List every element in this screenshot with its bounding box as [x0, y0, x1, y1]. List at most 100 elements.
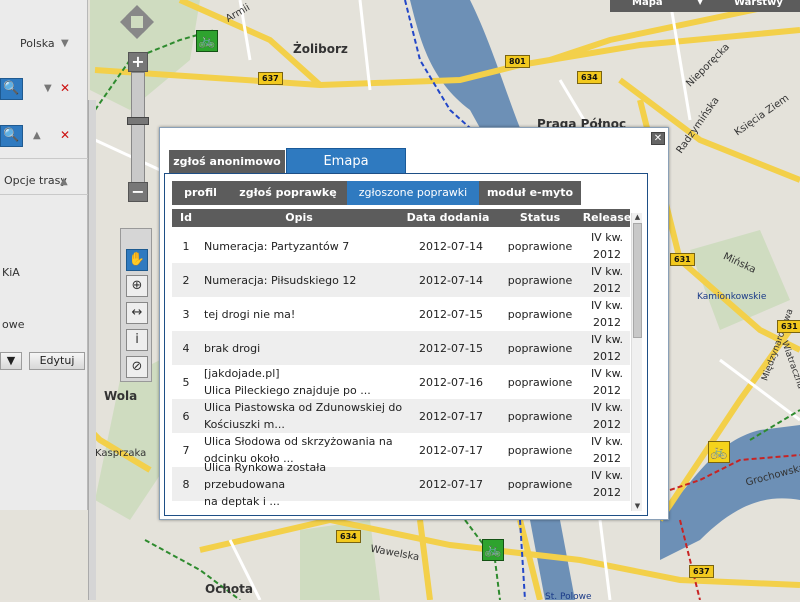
- zoom-in-button[interactable]: +: [128, 52, 148, 72]
- panel-scrollbar[interactable]: [88, 100, 96, 600]
- row-date-cell: 2012-07-14: [419, 239, 483, 253]
- chevron-up-icon[interactable]: ▲: [60, 176, 68, 187]
- subtab-report-correction[interactable]: zgłoś poprawkę: [229, 181, 347, 205]
- column-header-id[interactable]: Id: [172, 209, 200, 227]
- row-id-cell: 5: [182, 375, 190, 389]
- corrections-table: Id Opis Data dodania Status Release 1 Num…: [172, 209, 642, 511]
- row-status-cell: poprawione: [507, 307, 573, 321]
- table-row[interactable]: 3 tej drogi nie ma! 2012-07-15 poprawione IV…: [172, 297, 630, 331]
- table-row[interactable]: 8 Ulica Rynkowa została przebudowana na d…: [172, 460, 630, 508]
- map-label-station: St. Polowe: [545, 592, 592, 602]
- row-release-cell: IV kw. 2012: [590, 435, 624, 465]
- row-id-cell: 6: [182, 409, 190, 423]
- table-row[interactable]: 4 brak drogi 2012-07-15 poprawione IV kw. 20…: [172, 331, 630, 365]
- tab-anonymous-report[interactable]: zgłoś anonimowo: [169, 150, 285, 173]
- road-number-badge: 631: [670, 253, 695, 266]
- left-sidebar: Polska ▼ 🔍 ▼ ✕ 🔍 ▲ ✕ Opcje trasy ▲ KiA o…: [0, 0, 88, 510]
- row-id-cell: 4: [182, 341, 190, 355]
- move-down-icon[interactable]: ▼: [44, 83, 52, 94]
- dropdown-button[interactable]: ▼: [0, 352, 22, 370]
- dialog-content-panel: profil zgłoś poprawkę zgłoszone poprawki…: [164, 173, 648, 516]
- scroll-up-arrow-icon[interactable]: ▲: [633, 213, 642, 222]
- map-label-district: Wola: [104, 389, 138, 403]
- map-toolbox: ✋ ⊕ ↔ i ⊘: [120, 228, 152, 382]
- compass-icon[interactable]: ⊘: [126, 356, 148, 378]
- scroll-down-arrow-icon[interactable]: ▼: [633, 502, 642, 511]
- row-release-cell: IV kw. 2012: [590, 469, 624, 499]
- column-header-description[interactable]: Opis: [204, 209, 394, 227]
- table-row[interactable]: brakuje kawałka drogi od tego IV kw.: [172, 501, 630, 511]
- row-id-cell: 3: [182, 307, 190, 321]
- row-id-cell: [172, 501, 200, 511]
- info-icon[interactable]: i: [126, 329, 148, 351]
- route-option-text: KiA: [2, 266, 20, 279]
- zoom-slider-handle[interactable]: [127, 117, 149, 125]
- remove-point-icon[interactable]: ✕: [60, 128, 70, 142]
- row-date-cell: [406, 501, 496, 511]
- row-description-cell: [jakdojade.pl] Ulica Pileckiego znajduje…: [204, 367, 371, 397]
- remove-point-icon[interactable]: ✕: [60, 81, 70, 95]
- row-status-cell: poprawione: [507, 273, 573, 287]
- search-icon[interactable]: 🔍: [0, 125, 23, 147]
- row-status-cell: poprawione: [507, 341, 573, 355]
- subtab-e-toll-module[interactable]: moduł e-myto: [479, 181, 581, 205]
- column-header-release[interactable]: Release: [582, 209, 632, 227]
- divider: [0, 158, 88, 159]
- route-options-label[interactable]: Opcje trasy: [4, 174, 67, 187]
- zoom-out-button[interactable]: −: [128, 182, 148, 202]
- table-scrollbar[interactable]: ▲ ▼: [631, 213, 642, 511]
- row-status-cell: poprawione: [507, 375, 573, 389]
- row-date-cell: 2012-07-15: [419, 341, 483, 355]
- pan-hand-icon[interactable]: ✋: [126, 249, 148, 271]
- table-row[interactable]: 2 Numeracja: Piłsudskiego 12 2012-07-14 pop…: [172, 263, 630, 297]
- edit-button[interactable]: Edytuj: [29, 352, 85, 370]
- tab-emapa[interactable]: Emapa: [286, 148, 406, 173]
- close-icon[interactable]: ✕: [651, 132, 665, 145]
- zoom-slider-track[interactable]: [131, 72, 145, 184]
- chevron-down-icon[interactable]: ▼: [697, 0, 703, 6]
- move-up-icon[interactable]: ▲: [33, 130, 41, 141]
- country-select-label[interactable]: Polska: [20, 37, 55, 50]
- row-release-cell: IV kw. 2012: [590, 231, 624, 261]
- row-status-cell: [496, 501, 584, 511]
- corrections-dialog: ✕ zgłoś anonimowo Emapa profil zgłoś pop…: [159, 127, 669, 520]
- table-row[interactable]: 5 [jakdojade.pl] Ulica Pileckiego znajduj…: [172, 365, 630, 399]
- road-number-badge: 634: [336, 530, 361, 543]
- row-description-cell: Numeracja: Piłsudskiego 12: [204, 273, 357, 287]
- bike-station-icon[interactable]: 🚲: [196, 30, 218, 52]
- table-row[interactable]: 6 Ulica Piastowska od Zdunowskiej do Kośc…: [172, 399, 630, 433]
- row-id-cell: 7: [182, 443, 190, 457]
- row-description-cell: Ulica Rynkowa została przebudowana na de…: [204, 460, 327, 508]
- row-date-cell: 2012-07-15: [419, 307, 483, 321]
- row-release-cell: IV kw. 2012: [590, 333, 624, 363]
- subtab-profile[interactable]: profil: [172, 181, 229, 205]
- subtab-reported-corrections[interactable]: zgłoszone poprawki: [347, 181, 479, 205]
- measure-distance-icon[interactable]: ↔: [126, 302, 148, 324]
- road-number-badge: 637: [689, 565, 714, 578]
- row-date-cell: 2012-07-17: [419, 409, 483, 423]
- map-type-button[interactable]: Mapa: [632, 0, 663, 8]
- bike-station-icon[interactable]: 🚲: [482, 539, 504, 561]
- scrollbar-thumb[interactable]: [633, 223, 642, 338]
- search-icon[interactable]: 🔍: [0, 78, 23, 100]
- row-description-cell: Ulica Piastowska od Zdunowskiej do Kości…: [204, 401, 403, 431]
- layers-button[interactable]: Warstwy: [734, 0, 783, 8]
- map-label-district: Żoliborz: [293, 42, 348, 56]
- map-label-district: Kamionkowskie: [697, 292, 767, 302]
- row-status-cell: poprawione: [507, 443, 573, 457]
- row-date-cell: 2012-07-14: [419, 273, 483, 287]
- map-label-district: Ochota: [205, 582, 253, 596]
- road-number-badge: 634: [577, 71, 602, 84]
- column-header-status[interactable]: Status: [496, 209, 584, 227]
- row-id-cell: 1: [182, 239, 190, 253]
- chevron-down-icon[interactable]: ▼: [61, 38, 69, 49]
- row-status-cell: poprawione: [507, 239, 573, 253]
- bike-station-icon[interactable]: 🚲: [708, 441, 730, 463]
- zoom-magnifier-icon[interactable]: ⊕: [126, 275, 148, 297]
- column-header-date[interactable]: Data dodania: [398, 209, 498, 227]
- table-row[interactable]: 1 Numeracja: Partyzantów 7 2012-07-14 popra…: [172, 229, 630, 263]
- row-date-cell: 2012-07-17: [419, 443, 483, 457]
- row-description-cell: brakuje kawałka drogi od tego: [204, 501, 404, 511]
- row-release-cell: IV kw. 2012: [590, 401, 624, 431]
- pan-control[interactable]: [118, 3, 156, 41]
